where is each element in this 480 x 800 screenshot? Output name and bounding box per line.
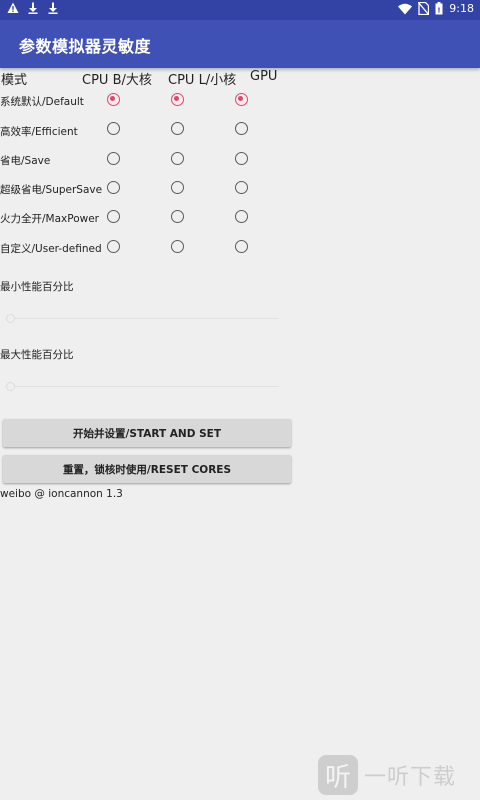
no-sim-icon xyxy=(418,2,430,15)
slider-thumb[interactable] xyxy=(6,382,15,391)
clock: 9:18 xyxy=(449,2,474,15)
radio-user-defined-cpu-big[interactable] xyxy=(107,240,120,253)
wifi-icon xyxy=(398,3,413,14)
radio-maxpower-cpu-little[interactable] xyxy=(171,210,184,223)
mode-label-supersave: 超级省电/SuperSave xyxy=(0,184,103,196)
svg-text:!: ! xyxy=(438,7,441,15)
radio-supersave-cpu-little[interactable] xyxy=(171,181,184,194)
mode-label-maxpower: 火力全开/MaxPower xyxy=(0,213,99,225)
radio-save-cpu-little[interactable] xyxy=(171,152,184,165)
watermark: 听 一听下载 xyxy=(318,750,480,800)
system-icons: ! 9:18 xyxy=(398,2,474,15)
radio-supersave-cpu-big[interactable] xyxy=(107,181,120,194)
min-perf-slider[interactable] xyxy=(6,314,279,324)
status-bar: ! 9:18 xyxy=(0,0,480,20)
slider-track xyxy=(10,386,279,387)
notification-icons xyxy=(7,2,59,14)
radio-supersave-gpu[interactable] xyxy=(235,181,248,194)
header-cpu-big: CPU B/大核 xyxy=(82,73,152,88)
radio-user-defined-cpu-little[interactable] xyxy=(171,240,184,253)
download-icon xyxy=(28,2,38,14)
credit-text: weibo @ ioncannon 1.3 xyxy=(0,488,123,500)
radio-default-cpu-little[interactable] xyxy=(171,93,184,106)
radio-user-defined-gpu[interactable] xyxy=(235,240,248,253)
mode-label-save: 省电/Save xyxy=(0,155,51,167)
radio-efficient-cpu-little[interactable] xyxy=(171,122,184,135)
header-cpu-little: CPU L/小核 xyxy=(168,73,237,88)
max-perf-label: 最大性能百分比 xyxy=(0,349,74,361)
header-gpu: GPU xyxy=(250,69,278,84)
radio-efficient-gpu[interactable] xyxy=(235,122,248,135)
radio-maxpower-gpu[interactable] xyxy=(235,210,248,223)
app-bar: 参数模拟器灵敏度 xyxy=(0,20,480,68)
radio-default-gpu[interactable] xyxy=(235,93,248,106)
min-perf-label: 最小性能百分比 xyxy=(0,281,74,293)
watermark-logo-icon: 听 xyxy=(318,755,358,795)
watermark-text: 一听下载 xyxy=(364,765,457,790)
start-and-set-button[interactable]: 开始并设置/START AND SET xyxy=(3,419,291,447)
mode-label-user-defined: 自定义/User-defined xyxy=(0,243,102,255)
app-title: 参数模拟器灵敏度 xyxy=(19,37,152,56)
mode-label-default: 系统默认/Default xyxy=(0,96,84,108)
slider-thumb[interactable] xyxy=(6,314,15,323)
radio-efficient-cpu-big[interactable] xyxy=(107,122,120,135)
download-icon xyxy=(48,2,58,14)
battery-icon: ! xyxy=(435,2,443,15)
slider-track xyxy=(10,318,279,319)
mode-label-efficient: 高效率/Efficient xyxy=(0,126,78,138)
warning-icon xyxy=(7,2,19,13)
header-mode: 模式 xyxy=(1,73,28,88)
reset-cores-button[interactable]: 重置，锁核时使用/RESET CORES xyxy=(3,455,291,483)
radio-save-gpu[interactable] xyxy=(235,152,248,165)
max-perf-slider[interactable] xyxy=(6,382,279,392)
radio-save-cpu-big[interactable] xyxy=(107,152,120,165)
radio-default-cpu-big[interactable] xyxy=(107,93,120,106)
radio-maxpower-cpu-big[interactable] xyxy=(107,210,120,223)
